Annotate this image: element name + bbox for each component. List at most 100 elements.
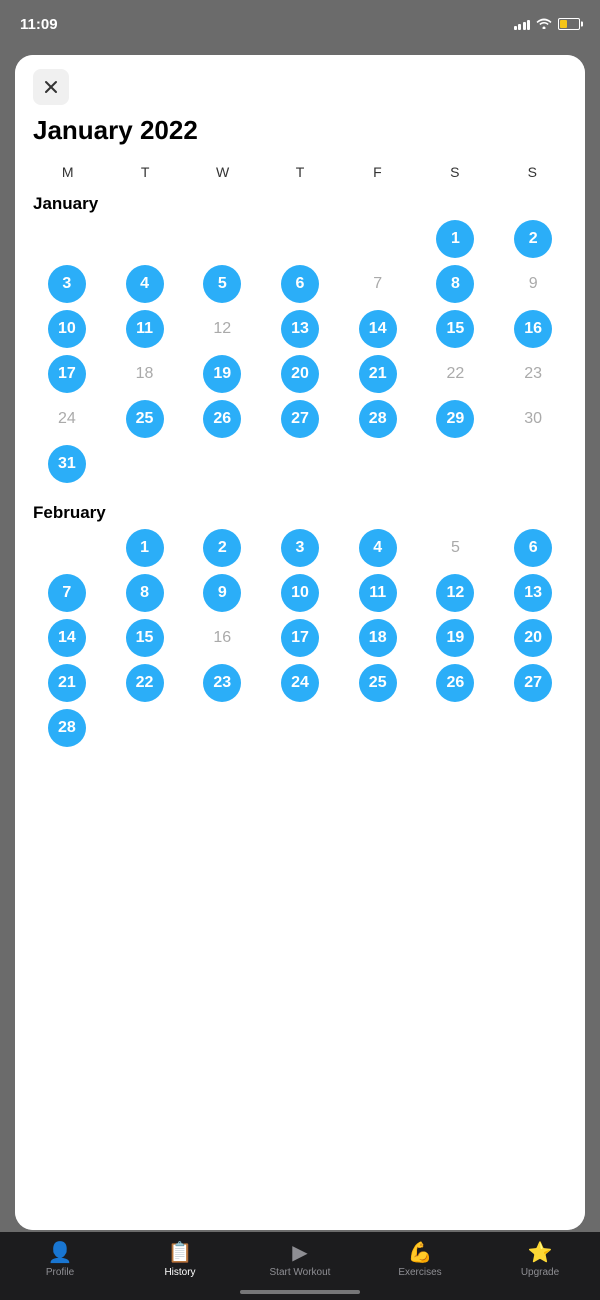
day-cell[interactable]: 18 xyxy=(107,353,183,395)
day-number: 17 xyxy=(281,619,319,657)
day-cell[interactable]: 13 xyxy=(262,308,338,350)
calendar-scroll[interactable]: M T W T F S S January 123456789101112131… xyxy=(15,156,585,1230)
day-cell[interactable]: 30 xyxy=(495,398,571,440)
day-number: 13 xyxy=(281,310,319,348)
day-cell[interactable]: 25 xyxy=(340,662,416,704)
day-cell[interactable]: 10 xyxy=(262,572,338,614)
day-cell[interactable]: 2 xyxy=(184,527,260,569)
day-cell[interactable]: 21 xyxy=(29,662,105,704)
day-cell[interactable]: 12 xyxy=(184,308,260,350)
day-cell[interactable]: 29 xyxy=(418,398,494,440)
day-number: 14 xyxy=(359,310,397,348)
day-cell[interactable]: 26 xyxy=(184,398,260,440)
day-cell[interactable]: 19 xyxy=(184,353,260,395)
day-number: 7 xyxy=(48,574,86,612)
month-february: February 1234567891011121314151617181920… xyxy=(29,493,571,749)
day-cell[interactable]: 28 xyxy=(340,398,416,440)
day-cell[interactable]: 17 xyxy=(262,617,338,659)
day-cell[interactable]: 9 xyxy=(184,572,260,614)
day-number: 25 xyxy=(359,664,397,702)
empty-cell xyxy=(107,218,183,260)
month-january: January 12345678910111213141516171819202… xyxy=(29,184,571,485)
day-cell[interactable]: 20 xyxy=(262,353,338,395)
day-number: 9 xyxy=(203,574,241,612)
day-number: 8 xyxy=(436,265,474,303)
day-cell[interactable]: 15 xyxy=(418,308,494,350)
day-number: 2 xyxy=(203,529,241,567)
empty-cell xyxy=(184,218,260,260)
day-cell[interactable]: 27 xyxy=(262,398,338,440)
day-cell[interactable]: 17 xyxy=(29,353,105,395)
day-cell[interactable]: 24 xyxy=(262,662,338,704)
nav-item-start-workout[interactable]: ▶ Start Workout xyxy=(240,1240,360,1278)
february-grid: 1234567891011121314151617181920212223242… xyxy=(29,527,571,749)
nav-item-upgrade[interactable]: ⭐ Upgrade xyxy=(480,1240,600,1278)
day-cell[interactable]: 7 xyxy=(29,572,105,614)
day-cell[interactable]: 8 xyxy=(418,263,494,305)
day-cell[interactable]: 26 xyxy=(418,662,494,704)
day-cell[interactable]: 10 xyxy=(29,308,105,350)
day-cell[interactable]: 12 xyxy=(418,572,494,614)
day-cell[interactable]: 6 xyxy=(262,263,338,305)
day-cell[interactable]: 1 xyxy=(107,527,183,569)
day-cell[interactable]: 5 xyxy=(184,263,260,305)
day-cell[interactable]: 4 xyxy=(107,263,183,305)
day-cell[interactable]: 16 xyxy=(495,308,571,350)
day-cell[interactable]: 27 xyxy=(495,662,571,704)
day-cell[interactable]: 24 xyxy=(29,398,105,440)
day-cell[interactable]: 11 xyxy=(340,572,416,614)
day-number: 30 xyxy=(514,400,552,438)
day-cell[interactable]: 14 xyxy=(340,308,416,350)
day-number: 29 xyxy=(436,400,474,438)
day-cell[interactable]: 1 xyxy=(418,218,494,260)
day-cell[interactable]: 25 xyxy=(107,398,183,440)
day-cell[interactable]: 22 xyxy=(418,353,494,395)
day-cell[interactable]: 3 xyxy=(262,527,338,569)
nav-label-start-workout: Start Workout xyxy=(270,1267,331,1278)
day-cell[interactable]: 20 xyxy=(495,617,571,659)
day-number: 6 xyxy=(281,265,319,303)
day-number: 5 xyxy=(436,529,474,567)
day-cell[interactable]: 21 xyxy=(340,353,416,395)
day-cell[interactable]: 4 xyxy=(340,527,416,569)
day-cell[interactable]: 2 xyxy=(495,218,571,260)
day-number: 18 xyxy=(126,355,164,393)
day-cell[interactable]: 14 xyxy=(29,617,105,659)
day-header-t1: T xyxy=(106,164,183,180)
day-cell[interactable]: 5 xyxy=(418,527,494,569)
day-cell[interactable]: 18 xyxy=(340,617,416,659)
day-cell[interactable]: 19 xyxy=(418,617,494,659)
day-header-s1: S xyxy=(416,164,493,180)
day-number: 15 xyxy=(436,310,474,348)
empty-cell xyxy=(29,218,105,260)
nav-item-profile[interactable]: 👤 Profile xyxy=(0,1240,120,1278)
close-button[interactable] xyxy=(33,69,69,105)
day-number: 16 xyxy=(514,310,552,348)
day-cell[interactable]: 8 xyxy=(107,572,183,614)
day-cell[interactable]: 23 xyxy=(495,353,571,395)
day-header-s2: S xyxy=(494,164,571,180)
nav-item-exercises[interactable]: 💪 Exercises xyxy=(360,1240,480,1278)
day-cell[interactable]: 16 xyxy=(184,617,260,659)
day-cell[interactable]: 11 xyxy=(107,308,183,350)
nav-item-history[interactable]: 📋 History xyxy=(120,1240,240,1278)
nav-label-upgrade: Upgrade xyxy=(521,1267,559,1278)
exercises-icon: 💪 xyxy=(408,1240,433,1265)
day-cell[interactable]: 3 xyxy=(29,263,105,305)
day-cell[interactable]: 23 xyxy=(184,662,260,704)
calendar-title: January 2022 xyxy=(33,115,567,146)
day-cell[interactable]: 13 xyxy=(495,572,571,614)
day-cell[interactable]: 6 xyxy=(495,527,571,569)
day-number: 27 xyxy=(281,400,319,438)
day-header-t2: T xyxy=(261,164,338,180)
day-cell[interactable]: 15 xyxy=(107,617,183,659)
day-cell[interactable]: 22 xyxy=(107,662,183,704)
day-number: 28 xyxy=(48,709,86,747)
day-cell[interactable]: 28 xyxy=(29,707,105,749)
day-cell[interactable]: 9 xyxy=(495,263,571,305)
day-number: 8 xyxy=(126,574,164,612)
day-number: 20 xyxy=(514,619,552,657)
day-cell[interactable]: 31 xyxy=(29,443,105,485)
day-cell[interactable]: 7 xyxy=(340,263,416,305)
history-icon: 📋 xyxy=(168,1240,193,1265)
